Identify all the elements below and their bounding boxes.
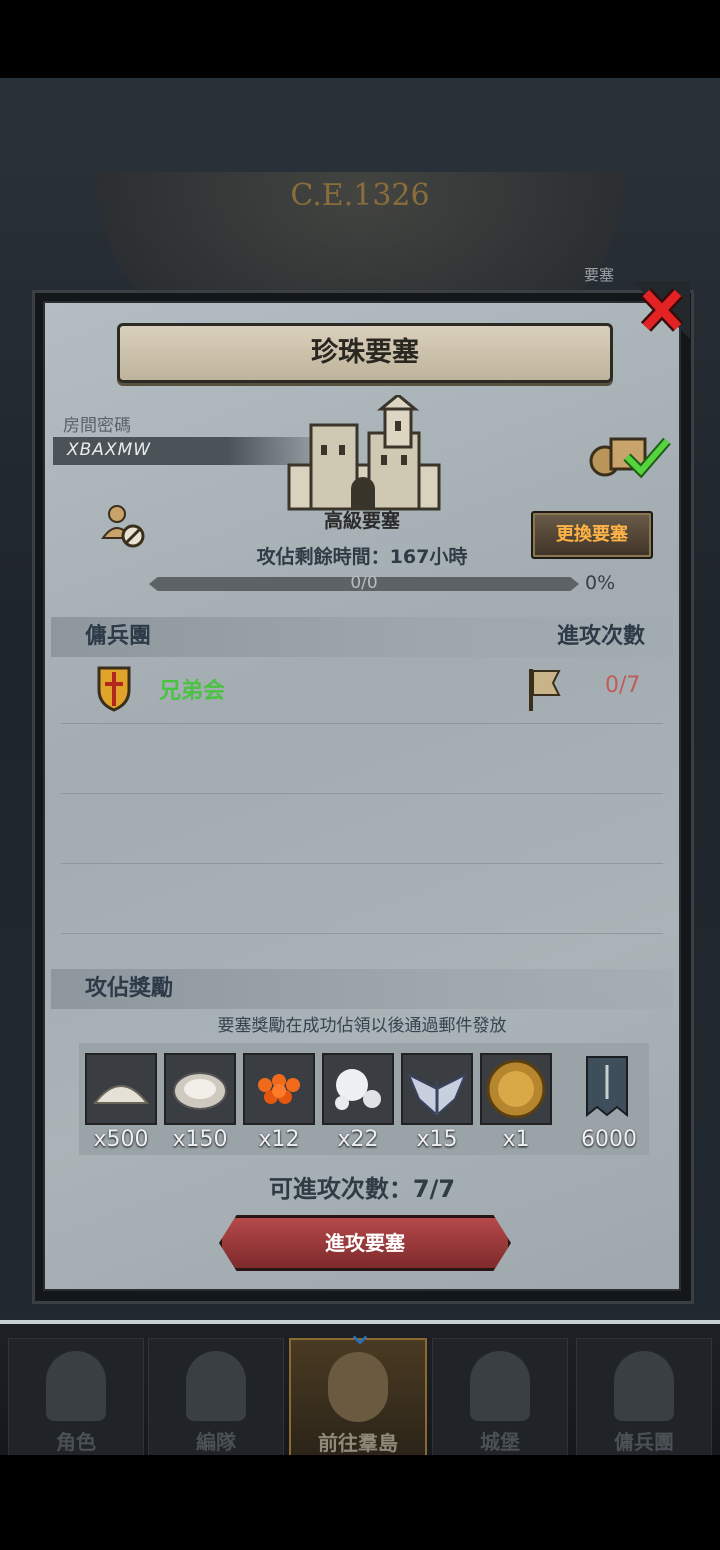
nav-label: 傭兵團 — [614, 1430, 674, 1454]
background-band — [0, 78, 720, 173]
nav-item-mercenary[interactable]: 傭兵團 — [576, 1338, 712, 1460]
background-fort-label: 要塞 — [584, 266, 615, 284]
winged-emblem-icon[interactable] — [401, 1053, 473, 1125]
attacks-available: 可進攻次數：7/7 — [268, 1175, 456, 1203]
reward-header: 攻佔獎勵 — [85, 976, 174, 1001]
divider — [61, 933, 663, 934]
nav-label: 編隊 — [196, 1430, 236, 1454]
divider — [61, 723, 663, 724]
fish-roe-icon[interactable] — [243, 1053, 315, 1125]
era-label: C.E.1326 — [290, 178, 430, 213]
castle-icon — [470, 1351, 530, 1421]
guild-banner-icon[interactable] — [573, 1053, 645, 1125]
reward-qty: 6000 — [581, 1127, 637, 1152]
nav-label: 角色 — [56, 1430, 96, 1454]
nav-item-castle[interactable]: 城堡 — [432, 1338, 568, 1460]
shield-icon — [97, 666, 131, 712]
room-code[interactable]: XBAXMW — [67, 440, 151, 460]
knight-coin-icon[interactable] — [480, 1053, 552, 1125]
top-black-bar — [0, 0, 720, 78]
nav-item-character[interactable]: 角色 — [8, 1338, 144, 1460]
reward-qty: x1 — [502, 1127, 530, 1152]
dialog-title: 珍珠要塞 — [311, 337, 419, 368]
occupy-remaining-time: 攻佔剩餘時間：167小時 — [256, 546, 468, 568]
reward-qty: x15 — [416, 1127, 458, 1152]
attack-count-header: 進攻次數 — [556, 624, 645, 649]
reward-section-header: 攻佔獎勵 — [51, 969, 673, 1009]
attack-fort-label: 進攻要塞 — [325, 1231, 405, 1255]
pearls-icon[interactable] — [322, 1053, 394, 1125]
reward-qty: x150 — [172, 1127, 228, 1152]
divider — [61, 793, 663, 794]
guild-attack-count: 0/7 — [605, 673, 641, 698]
salt-pile-icon[interactable] — [85, 1053, 157, 1125]
reward-qty: x500 — [93, 1127, 149, 1152]
nav-label: 城堡 — [480, 1430, 520, 1454]
reward-qty: x12 — [258, 1127, 300, 1152]
oyster-icon[interactable] — [164, 1053, 236, 1125]
nav-label: 前往羣島 — [318, 1431, 398, 1455]
chevron-down-icon: ⌄ — [345, 1313, 375, 1353]
reward-qty: x22 — [337, 1127, 379, 1152]
progress-text: 0/0 — [350, 573, 378, 593]
attack-fort-button[interactable]: 進攻要塞 — [219, 1215, 511, 1271]
dialog-panel: 珍珠要塞 房間密碼 XBAXMW 高級要塞 更換要塞 攻佔剩餘時間：167小時 … — [43, 301, 681, 1291]
flag-icon — [529, 669, 561, 711]
guild-name[interactable]: 兄弟会 — [159, 673, 225, 705]
progress-percent: 0% — [585, 572, 616, 594]
mercenary-icon — [614, 1351, 674, 1421]
helmet-icon — [186, 1351, 246, 1421]
knight-icon — [46, 1351, 106, 1421]
nav-item-islands[interactable]: 前往羣島 — [289, 1338, 427, 1462]
rewards-panel: x500 x150 x12 x22 x15 x1 6000 — [79, 1043, 649, 1155]
room-password-label: 房間密碼 — [63, 416, 131, 436]
loot-check-icon[interactable] — [587, 431, 671, 479]
fort-dialog: 珍珠要塞 房間密碼 XBAXMW 高級要塞 更換要塞 攻佔剩餘時間：167小時 … — [32, 290, 694, 1304]
castle-icon — [287, 395, 441, 511]
compass-island-icon — [328, 1352, 388, 1422]
close-icon[interactable] — [632, 281, 690, 339]
mercenary-header: 傭兵團 — [85, 624, 152, 649]
reward-note: 要塞獎勵在成功佔領以後通過郵件發放 — [217, 1016, 507, 1036]
bottom-black-bar — [0, 1455, 720, 1550]
divider — [61, 863, 663, 864]
nav-item-formation[interactable]: 編隊 — [148, 1338, 284, 1460]
mercenary-section-header: 傭兵團 進攻次數 — [51, 617, 673, 657]
title-banner: 珍珠要塞 — [117, 323, 613, 383]
